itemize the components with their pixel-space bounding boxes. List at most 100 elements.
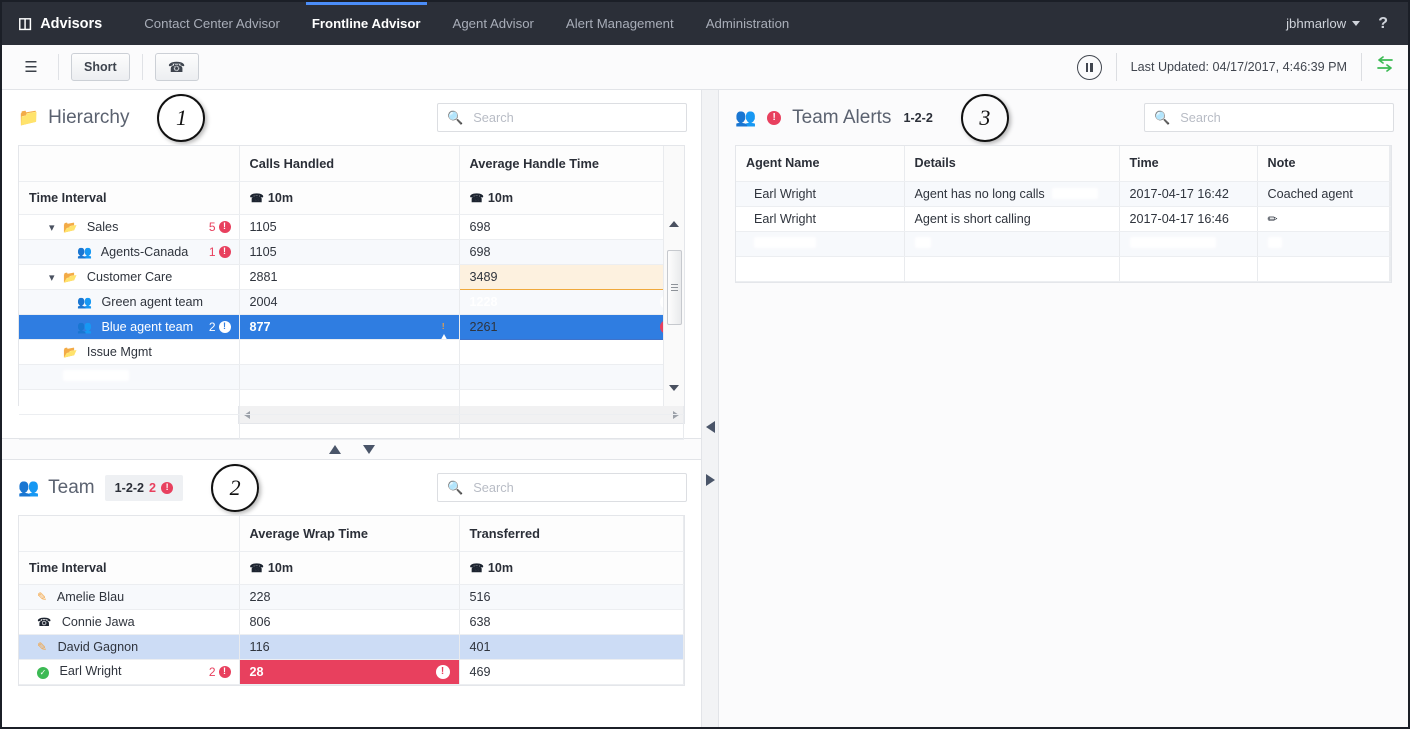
alerts-col-details[interactable]: Details: [904, 146, 1120, 182]
team-col-transferred[interactable]: Transferred: [459, 516, 684, 552]
scroll-up-button[interactable]: [664, 215, 684, 232]
hierarchy-row-name-cell[interactable]: 👥 Green agent team: [19, 289, 240, 315]
pause-button[interactable]: [1076, 54, 1102, 80]
short-button[interactable]: Short: [71, 53, 130, 81]
hierarchy-subcol-aht-interval: ☎ 10m: [459, 181, 684, 215]
pencil-icon[interactable]: ✏: [1268, 212, 1278, 226]
hierarchy-header-row-1: Calls Handled Average Handle Time: [19, 146, 684, 182]
chevron-down-icon[interactable]: ▾: [49, 271, 55, 284]
scroll-down-button[interactable]: [664, 379, 684, 396]
team-cell-transferred: 469: [459, 659, 684, 685]
hierarchy-row-name-cell[interactable]: ▾ 📂 Sales 5 !: [19, 214, 240, 240]
chevron-down-icon[interactable]: ▾: [49, 221, 55, 234]
table-row[interactable]: 👥 Agents-Canada 1 ! 1105 698: [19, 239, 684, 265]
hierarchy-cell-calls-orange[interactable]: 877: [239, 314, 460, 340]
phone-filter-button[interactable]: ☎: [154, 53, 199, 81]
team-alerts-title: Team Alerts: [792, 106, 892, 128]
nav-tab-frontline-advisor[interactable]: Frontline Advisor: [296, 2, 437, 45]
expand-right-icon[interactable]: [706, 474, 715, 486]
alerts-col-note[interactable]: Note: [1257, 146, 1390, 182]
table-row-spacer: [19, 414, 684, 440]
scrollbar-thumb[interactable]: [667, 250, 682, 325]
team-cell-wrap-time-critical[interactable]: 28 !: [239, 659, 460, 685]
alert-badge[interactable]: 2 !: [209, 315, 231, 339]
team-col-average-wrap-time[interactable]: Average Wrap Time: [239, 516, 460, 552]
table-row[interactable]: Earl Wright Agent has no long calls 2017…: [736, 181, 1391, 207]
placeholder-cell: [1389, 256, 1391, 282]
nav-tab-contact-center-advisor[interactable]: Contact Center Advisor: [128, 2, 296, 45]
cell-value: 877: [249, 319, 271, 334]
grip-icon: [671, 283, 678, 292]
spacer-cell: [239, 414, 460, 440]
agents-group-icon: 👥: [77, 294, 92, 309]
collapse-up-icon[interactable]: [328, 444, 341, 454]
team-row-name-cell[interactable]: ☎ Connie Jawa: [19, 609, 240, 635]
vertical-splitter[interactable]: [702, 90, 719, 727]
table-row[interactable]: ✎ David Gagnon 116 401: [19, 634, 684, 660]
toolbar: ☰ Short ☎ Last Updated: 04/17/2017, 4:46…: [2, 45, 1408, 90]
panel-splitter[interactable]: [2, 438, 701, 460]
alert-badge[interactable]: 5 !: [209, 215, 231, 239]
nav-tab-agent-advisor[interactable]: Agent Advisor: [437, 2, 550, 45]
collapse-left-icon[interactable]: [706, 421, 715, 433]
team-search-input[interactable]: [471, 479, 677, 496]
hierarchy-row-name-cell[interactable]: 👥 Agents-Canada 1 !: [19, 239, 240, 265]
team-cell-transferred: 638: [459, 609, 684, 635]
loading-placeholder: [914, 236, 931, 248]
table-row[interactable]: ✓ Earl Wright 2 ! 28 ! 469: [19, 659, 684, 685]
user-menu[interactable]: jbhmarlow: [1286, 16, 1361, 31]
team-row-name-cell[interactable]: ✎ Amelie Blau: [19, 584, 240, 610]
search-icon: 🔍: [447, 109, 464, 125]
table-row[interactable]: ☎ Connie Jawa 806 638: [19, 609, 684, 635]
help-button[interactable]: ?: [1378, 15, 1388, 33]
hierarchy-row-name-cell[interactable]: ▾ 📂 Customer Care: [19, 264, 240, 290]
table-row[interactable]: 📂 Issue Mgmt: [19, 339, 684, 365]
spacer-cell: [459, 414, 684, 440]
team-title: Team: [48, 476, 95, 498]
hierarchy-row-name-cell[interactable]: 📂 Issue Mgmt: [19, 339, 240, 365]
table-row[interactable]: Earl Wright Agent is short calling 2017-…: [736, 206, 1391, 232]
team-agent-name: David Gagnon: [57, 639, 139, 654]
team-cell-wrap-time: 116: [239, 634, 460, 660]
table-row[interactable]: 👥 Green agent team 2004 1228 !: [19, 289, 684, 315]
alerts-cell-note[interactable]: ✏: [1257, 206, 1390, 232]
hierarchy-search-box[interactable]: 🔍: [437, 103, 687, 132]
sync-arrows-icon[interactable]: [1362, 55, 1396, 80]
alerts-col-agent-name[interactable]: Agent Name: [736, 146, 905, 182]
loading-placeholder: [1129, 236, 1216, 248]
placeholder-cell: [1119, 256, 1258, 282]
check-circle-icon: ✓: [37, 667, 49, 679]
nav-tab-alert-management[interactable]: Alert Management: [550, 2, 690, 45]
alert-badge[interactable]: 1 !: [209, 240, 231, 264]
team-search-box[interactable]: 🔍: [437, 473, 687, 502]
team-alerts-search-input[interactable]: [1178, 109, 1384, 126]
hierarchy-cell-aht-critical[interactable]: 1228 !: [459, 289, 684, 315]
hierarchy-row-name-cell-selected[interactable]: 👥 Blue agent team 2 !: [19, 314, 240, 340]
alerts-col-time[interactable]: Time: [1119, 146, 1258, 182]
hierarchy-col-calls-handled[interactable]: Calls Handled: [239, 146, 460, 182]
team-row-name-cell[interactable]: ✓ Earl Wright 2 !: [19, 659, 240, 685]
hierarchy-vertical-scrollbar[interactable]: [663, 146, 684, 406]
alerts-cell-note[interactable]: Coached agent: [1257, 181, 1390, 207]
team-icon: 👥: [18, 477, 40, 497]
expand-down-icon[interactable]: [362, 444, 375, 454]
hierarchy-cell-aht-critical-light[interactable]: 2261 !: [458, 313, 684, 340]
table-row[interactable]: ✎ Amelie Blau 228 516: [19, 584, 684, 610]
hierarchy-cell-aht-warning[interactable]: 3489: [458, 263, 684, 290]
team-count-chip[interactable]: 1-2-2 2 !: [104, 474, 184, 501]
short-button-label: Short: [84, 60, 117, 74]
loading-placeholder: [1052, 187, 1099, 199]
nav-tab-administration[interactable]: Administration: [690, 2, 806, 45]
table-row[interactable]: 👥 Blue agent team 2 ! 877 ! 2261: [19, 313, 684, 340]
placeholder-cell: [19, 389, 240, 415]
hierarchy-col-average-handle-time[interactable]: Average Handle Time: [459, 146, 684, 182]
team-row-name-cell[interactable]: ✎ David Gagnon: [19, 634, 240, 660]
table-row[interactable]: ▾ 📂 Customer Care 2881 3489: [19, 263, 684, 290]
table-row[interactable]: ▾ 📂 Sales 5 ! 1105 698: [19, 214, 684, 240]
alert-badge[interactable]: 2 !: [209, 660, 231, 684]
hierarchy-search-input[interactable]: [471, 109, 677, 126]
columns-icon[interactable]: ☰: [16, 55, 46, 79]
folder-open-icon: 📂: [63, 346, 78, 359]
team-alerts-search-box[interactable]: 🔍: [1144, 103, 1394, 132]
team-cell-transferred: 401: [459, 634, 684, 660]
